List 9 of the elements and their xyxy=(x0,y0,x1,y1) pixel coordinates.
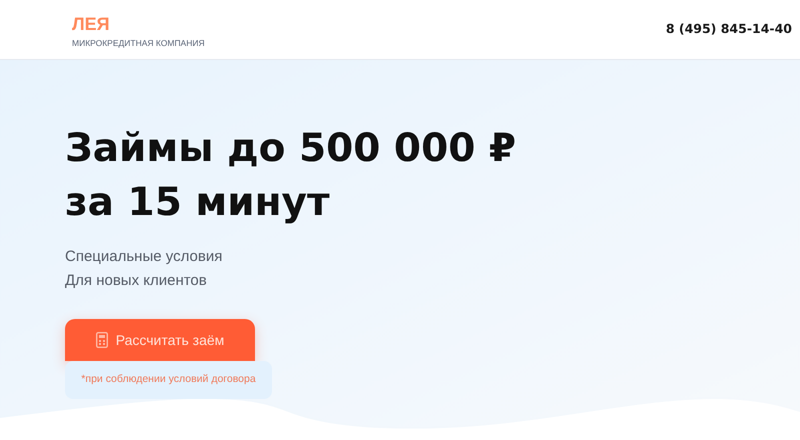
hero-subtitle: Для новых клиентов xyxy=(65,271,208,291)
logo[interactable]: ЛЕЯ xyxy=(72,15,205,34)
hero-subtitle: Специальные условия xyxy=(65,247,224,267)
calculator-icon xyxy=(96,332,108,348)
company-tagline: МИКРОКРЕДИТНАЯ КОМПАНИЯ xyxy=(72,39,205,48)
terms-note: *при соблюдении условий договора xyxy=(65,361,272,399)
hero-title: Займы до 500 000 ₽ за 15 минут xyxy=(65,125,518,227)
phone-number[interactable]: 8 (495) 845-14-40 xyxy=(666,20,792,39)
calculate-loan-button[interactable]: Рассчитать заём xyxy=(65,319,255,361)
